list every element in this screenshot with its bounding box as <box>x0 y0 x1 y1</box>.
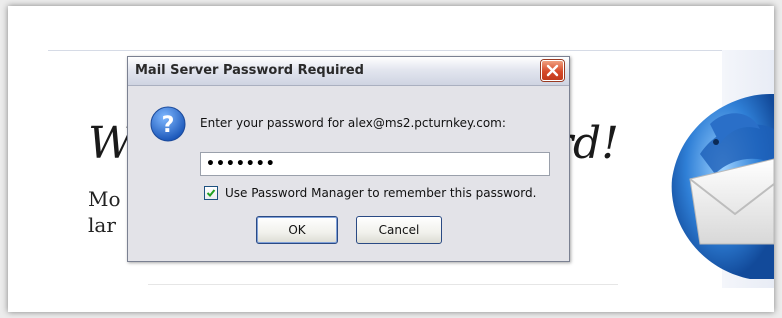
dialog-body: ? Enter your password for alex@ms2.pctur… <box>128 86 569 261</box>
background-text-line: lar <box>88 213 116 237</box>
dialog-title: Mail Server Password Required <box>135 63 364 78</box>
remember-password-checkbox[interactable] <box>204 186 218 200</box>
close-button[interactable] <box>541 60 564 81</box>
dialog-titlebar[interactable]: Mail Server Password Required <box>128 57 569 86</box>
screenshot-frame: W rd! Mo lar Mail Server Password Requir… <box>8 6 774 312</box>
page-divider <box>48 50 738 51</box>
close-icon <box>546 64 559 77</box>
background-text-line: Mo <box>88 187 121 211</box>
checkmark-icon <box>206 189 216 197</box>
background-paragraph: Mo lar <box>88 186 128 238</box>
cancel-button[interactable]: Cancel <box>356 216 442 244</box>
question-icon: ? <box>150 106 186 142</box>
thunderbird-logo <box>671 94 774 279</box>
ok-button[interactable]: OK <box>256 216 338 244</box>
password-prompt: Enter your password for alex@ms2.pcturnk… <box>200 116 506 130</box>
svg-text:?: ? <box>162 113 175 138</box>
password-dialog: Mail Server Password Required ? Enter yo… <box>127 56 570 262</box>
page-bottom-divider <box>148 284 618 285</box>
password-field[interactable]: ••••••• <box>200 152 550 176</box>
remember-password-label[interactable]: Use Password Manager to remember this pa… <box>225 186 536 201</box>
